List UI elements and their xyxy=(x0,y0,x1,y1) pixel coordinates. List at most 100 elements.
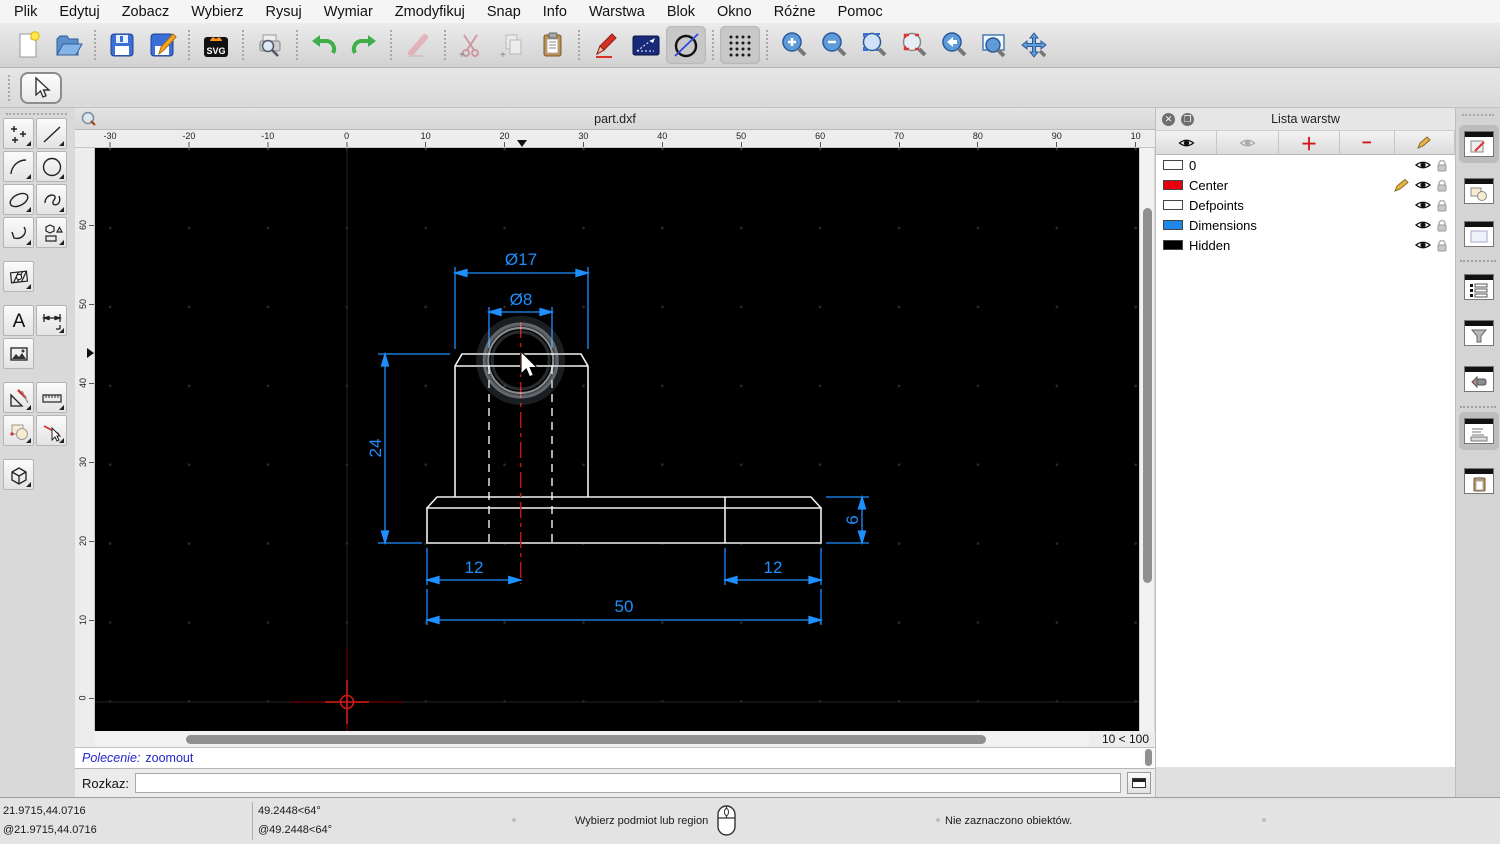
zoom-pan-button[interactable] xyxy=(1014,26,1054,64)
layer-row-center[interactable]: Center xyxy=(1156,175,1455,195)
redo-button[interactable] xyxy=(344,26,384,64)
horizontal-scrollbar[interactable] xyxy=(95,731,1089,747)
menu-item-10[interactable]: Blok xyxy=(656,4,706,20)
toolbar-drag-handle[interactable] xyxy=(8,74,14,101)
palette-drag-handle[interactable] xyxy=(6,113,67,115)
command-history-scrollbar-thumb[interactable] xyxy=(1145,749,1152,766)
layer-visibility-icon[interactable] xyxy=(1415,239,1431,251)
menu-item-2[interactable]: Zobacz xyxy=(111,4,181,20)
shapes-tool-button[interactable] xyxy=(36,217,67,248)
add-layer-button[interactable]: ＋ xyxy=(1278,131,1341,154)
arc-tool-button[interactable] xyxy=(3,151,34,182)
measure-tool-button[interactable] xyxy=(36,382,67,413)
drawing-canvas[interactable]: Ø17 Ø8 24 6 12 12 50 xyxy=(95,148,1139,731)
open-file-button[interactable] xyxy=(48,26,88,64)
layer-color-swatch[interactable] xyxy=(1163,160,1183,170)
undock-icon[interactable]: ❐ xyxy=(1181,112,1194,126)
layer-row-hidden[interactable]: Hidden xyxy=(1156,235,1455,255)
filter-dock-icon[interactable] xyxy=(1464,320,1494,346)
remove-layer-button[interactable]: − xyxy=(1340,131,1395,154)
angle-dimension-button[interactable] xyxy=(626,26,666,64)
layer-visibility-icon[interactable] xyxy=(1415,159,1431,171)
close-icon[interactable]: ✕ xyxy=(1162,112,1175,126)
megaphone-dock-icon[interactable] xyxy=(1464,366,1494,392)
undo-button[interactable] xyxy=(304,26,344,64)
menu-item-8[interactable]: Info xyxy=(532,4,578,20)
paste-button[interactable] xyxy=(532,26,572,64)
zoom-auto-button[interactable] xyxy=(854,26,894,64)
delete-button[interactable] xyxy=(398,26,438,64)
line-tool-button[interactable] xyxy=(36,118,67,149)
vertical-scrollbar-thumb[interactable] xyxy=(1142,208,1152,583)
print-preview-button[interactable] xyxy=(250,26,290,64)
cut-button[interactable]: + xyxy=(452,26,492,64)
export-svg-button[interactable]: SVG xyxy=(196,26,236,64)
clipboard-dock-icon[interactable] xyxy=(1464,468,1494,494)
command-dock-icon[interactable] xyxy=(1464,418,1494,444)
zoom-previous-button[interactable] xyxy=(934,26,974,64)
selection-tool-button[interactable] xyxy=(20,71,62,104)
command-input[interactable] xyxy=(134,773,1121,793)
layer-color-swatch[interactable] xyxy=(1163,200,1183,210)
save-button[interactable] xyxy=(102,26,142,64)
menu-item-5[interactable]: Wymiar xyxy=(313,4,384,20)
menu-item-1[interactable]: Edytuj xyxy=(48,4,110,20)
menu-item-13[interactable]: Pomoc xyxy=(827,4,894,20)
layer-row-defpoints[interactable]: Defpoints xyxy=(1156,195,1455,215)
menu-item-0[interactable]: Plik xyxy=(3,4,48,20)
edit-layer-button[interactable] xyxy=(1394,131,1455,154)
blocks-tool-button[interactable] xyxy=(3,415,34,446)
menu-item-6[interactable]: Zmodyfikuj xyxy=(384,4,476,20)
layer-lock-icon[interactable] xyxy=(1436,179,1448,192)
menu-item-11[interactable]: Okno xyxy=(706,4,763,20)
spline-tool-button[interactable] xyxy=(36,184,67,215)
layer-color-swatch[interactable] xyxy=(1163,220,1183,230)
menu-item-7[interactable]: Snap xyxy=(476,4,532,20)
layer-lock-icon[interactable] xyxy=(1436,159,1448,172)
hide-all-layers-button[interactable] xyxy=(1217,131,1279,154)
menu-item-3[interactable]: Wybierz xyxy=(180,4,254,20)
zoom-in-button[interactable] xyxy=(774,26,814,64)
menu-item-12[interactable]: Różne xyxy=(763,4,827,20)
layer-row-dimensions[interactable]: Dimensions xyxy=(1156,215,1455,235)
image-tool-button[interactable] xyxy=(3,338,34,369)
vertical-scrollbar[interactable] xyxy=(1139,148,1154,731)
pen-button[interactable] xyxy=(586,26,626,64)
show-all-layers-button[interactable] xyxy=(1156,131,1218,154)
layer-lock-icon[interactable] xyxy=(1436,199,1448,212)
modify-tool-button[interactable] xyxy=(3,382,34,413)
hatch-tool-button[interactable] xyxy=(3,261,34,292)
menu-item-9[interactable]: Warstwa xyxy=(578,4,656,20)
dock-drag-handle[interactable] xyxy=(1462,114,1494,116)
layer-visibility-icon[interactable] xyxy=(1415,199,1431,211)
text-tool-button[interactable]: A xyxy=(3,305,34,336)
layer-lock-icon[interactable] xyxy=(1436,239,1448,252)
dimension-tool-button[interactable] xyxy=(36,305,67,336)
layer-visibility-icon[interactable] xyxy=(1415,219,1431,231)
zoom-redraw-button[interactable] xyxy=(894,26,934,64)
new-file-button[interactable] xyxy=(8,26,48,64)
layer-color-swatch[interactable] xyxy=(1163,180,1183,190)
construction-circle-button[interactable] xyxy=(666,26,706,64)
copy-button[interactable]: + xyxy=(492,26,532,64)
solid-3d-tool-button[interactable] xyxy=(3,459,34,490)
zoom-out-button[interactable] xyxy=(814,26,854,64)
select-entity-tool-button[interactable] xyxy=(36,415,67,446)
blocks-dock-icon[interactable] xyxy=(1464,178,1494,204)
command-history-scrollbar[interactable] xyxy=(1143,749,1154,767)
save-as-button[interactable] xyxy=(142,26,182,64)
points-tool-button[interactable] xyxy=(3,118,34,149)
horizontal-scrollbar-thumb[interactable] xyxy=(186,734,986,744)
layer-lock-icon[interactable] xyxy=(1436,219,1448,232)
dimensions[interactable] xyxy=(378,267,869,625)
layer-visibility-icon[interactable] xyxy=(1415,179,1431,191)
library-dock-icon[interactable] xyxy=(1464,221,1494,247)
entity-list-dock-icon[interactable] xyxy=(1464,274,1494,300)
layers-dock-icon[interactable] xyxy=(1464,131,1494,157)
layer-color-swatch[interactable] xyxy=(1163,240,1183,250)
command-window-button[interactable] xyxy=(1127,772,1151,794)
polyline-tool-button[interactable] xyxy=(3,217,34,248)
circle-tool-button[interactable] xyxy=(36,151,67,182)
ellipse-tool-button[interactable] xyxy=(3,184,34,215)
zoom-window-button[interactable] xyxy=(974,26,1014,64)
